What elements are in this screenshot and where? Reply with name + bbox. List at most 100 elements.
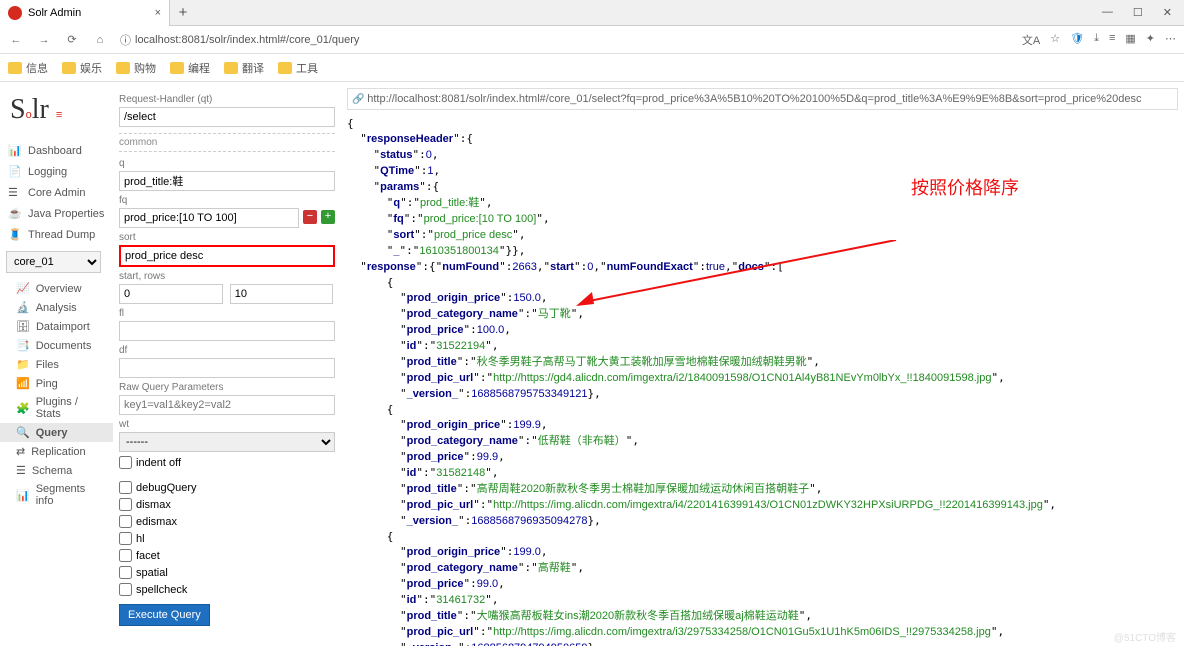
url-text: localhost:8081/solr/index.html#/core_01/… bbox=[135, 34, 359, 46]
q-input[interactable] bbox=[119, 171, 335, 191]
indent-check[interactable]: indent off bbox=[119, 456, 335, 469]
start-rows-label: start, rows bbox=[119, 271, 335, 282]
check-spatial[interactable]: spatial bbox=[119, 566, 335, 579]
check-facet[interactable]: facet bbox=[119, 549, 335, 562]
nav-logging[interactable]: 📄Logging bbox=[0, 161, 113, 182]
browser-tab[interactable]: Solr Admin × bbox=[0, 0, 170, 26]
execute-query-button[interactable]: Execute Query bbox=[119, 604, 210, 626]
files-icon: 📁 bbox=[16, 358, 30, 371]
remove-fq-icon[interactable]: − bbox=[303, 210, 317, 224]
sub-segments[interactable]: 📊Segments info bbox=[0, 480, 113, 510]
nav-java-props[interactable]: ☕Java Properties bbox=[0, 203, 113, 224]
browser-tab-strip: Solr Admin × + — ☐ ✕ bbox=[0, 0, 1184, 26]
rh-label: Request-Handler (qt) bbox=[119, 94, 335, 105]
dashboard-icon: 📊 bbox=[8, 144, 22, 157]
sub-schema[interactable]: ☰Schema bbox=[0, 461, 113, 480]
rh-input[interactable] bbox=[119, 107, 335, 127]
check-debugquery[interactable]: debugQuery bbox=[119, 481, 335, 494]
sub-overview[interactable]: 📈Overview bbox=[0, 279, 113, 298]
sub-query[interactable]: 🔍Query bbox=[0, 423, 113, 442]
shield-icon[interactable]: 🛡 bbox=[1070, 32, 1084, 48]
logging-icon: 📄 bbox=[8, 165, 22, 178]
tab-title: Solr Admin bbox=[28, 7, 81, 19]
ping-icon: 📶 bbox=[16, 377, 30, 390]
sort-label: sort bbox=[119, 232, 335, 243]
nav-core-admin[interactable]: ☰Core Admin bbox=[0, 182, 113, 203]
sub-ping[interactable]: 📶Ping bbox=[0, 374, 113, 393]
url-box[interactable]: ⓘ localhost:8081/solr/index.html#/core_0… bbox=[120, 32, 1010, 48]
info-icon: ⓘ bbox=[120, 32, 131, 48]
folder-icon bbox=[62, 62, 76, 74]
sub-documents[interactable]: 📑Documents bbox=[0, 336, 113, 355]
sub-plugins[interactable]: 🧩Plugins / Stats bbox=[0, 393, 113, 423]
rqp-input[interactable] bbox=[119, 395, 335, 415]
menu-icon[interactable]: ⋯ bbox=[1165, 32, 1176, 48]
nav-dashboard[interactable]: 📊Dashboard bbox=[0, 140, 113, 161]
fl-label: fl bbox=[119, 308, 335, 319]
start-input[interactable] bbox=[119, 284, 223, 304]
maximize-icon[interactable]: ☐ bbox=[1133, 6, 1143, 19]
grid-icon[interactable]: ▦ bbox=[1125, 32, 1135, 48]
folder-icon bbox=[224, 62, 238, 74]
translate-icon[interactable]: 文A bbox=[1022, 32, 1040, 48]
annotation-text: 按照价格降序 bbox=[911, 174, 1019, 200]
close-window-icon[interactable]: ✕ bbox=[1163, 6, 1172, 19]
back-icon[interactable]: ← bbox=[8, 34, 24, 46]
analysis-icon: 🔬 bbox=[16, 301, 30, 314]
tab-favicon-icon bbox=[8, 6, 22, 20]
forward-icon[interactable]: → bbox=[36, 34, 52, 46]
check-hl[interactable]: hl bbox=[119, 532, 335, 545]
rqp-label: Raw Query Parameters bbox=[119, 382, 335, 393]
sort-input[interactable] bbox=[119, 245, 335, 267]
bookmark-folder[interactable]: 翻译 bbox=[224, 60, 264, 76]
documents-icon: 📑 bbox=[16, 339, 30, 352]
star-icon[interactable]: ☆ bbox=[1050, 32, 1060, 48]
q-label: q bbox=[119, 158, 335, 169]
plugins-icon: 🧩 bbox=[16, 402, 30, 415]
bookmark-folder[interactable]: 购物 bbox=[116, 60, 156, 76]
query-icon: 🔍 bbox=[16, 426, 30, 439]
thread-icon: 🧵 bbox=[8, 228, 22, 241]
minimize-icon[interactable]: — bbox=[1102, 6, 1113, 19]
watermark: @51CTO博客 bbox=[1114, 629, 1176, 644]
folder-icon bbox=[278, 62, 292, 74]
check-dismax[interactable]: dismax bbox=[119, 498, 335, 511]
common-section: common bbox=[119, 133, 335, 152]
fq-input[interactable] bbox=[119, 208, 299, 228]
bookmark-folder[interactable]: 信息 bbox=[8, 60, 48, 76]
bookmark-folder[interactable]: 娱乐 bbox=[62, 60, 102, 76]
folder-icon bbox=[116, 62, 130, 74]
schema-icon: ☰ bbox=[16, 464, 26, 477]
nav-thread-dump[interactable]: 🧵Thread Dump bbox=[0, 224, 113, 245]
list-icon[interactable]: ≡ bbox=[1109, 32, 1115, 48]
bookmark-folder[interactable]: 工具 bbox=[278, 60, 318, 76]
fq-label: fq bbox=[119, 195, 335, 206]
home-icon[interactable]: ⌂ bbox=[92, 34, 108, 46]
fl-input[interactable] bbox=[119, 321, 335, 341]
df-input[interactable] bbox=[119, 358, 335, 378]
sub-replication[interactable]: ⇄Replication bbox=[0, 442, 113, 461]
add-fq-icon[interactable]: + bbox=[321, 210, 335, 224]
save-icon[interactable]: ⤓ bbox=[1094, 32, 1099, 48]
replication-icon: ⇄ bbox=[16, 445, 25, 458]
check-spellcheck[interactable]: spellcheck bbox=[119, 583, 335, 596]
core-selector[interactable]: core_01 bbox=[6, 251, 101, 273]
wt-select[interactable]: ------ bbox=[119, 432, 335, 452]
bookmark-folder[interactable]: 编程 bbox=[170, 60, 210, 76]
overview-icon: 📈 bbox=[16, 282, 30, 295]
reload-icon[interactable]: ⟳ bbox=[64, 33, 80, 46]
ext-icon[interactable]: ✦ bbox=[1146, 32, 1155, 48]
check-edismax[interactable]: edismax bbox=[119, 515, 335, 528]
sub-dataimport[interactable]: 🗄Dataimport bbox=[0, 317, 113, 336]
sub-files[interactable]: 📁Files bbox=[0, 355, 113, 374]
sub-analysis[interactable]: 🔬Analysis bbox=[0, 298, 113, 317]
result-url[interactable]: 🔗 http://localhost:8081/solr/index.html#… bbox=[347, 88, 1178, 110]
result-panel: 🔗 http://localhost:8081/solr/index.html#… bbox=[341, 82, 1184, 646]
query-form: Request-Handler (qt) common q fq − + sor… bbox=[113, 82, 341, 646]
tab-close-icon[interactable]: × bbox=[155, 7, 161, 19]
rows-input[interactable] bbox=[230, 284, 334, 304]
dataimport-icon: 🗄 bbox=[16, 320, 30, 333]
solr-logo: Solr ≡ bbox=[0, 90, 113, 140]
folder-icon bbox=[8, 62, 22, 74]
new-tab-button[interactable]: + bbox=[170, 4, 196, 21]
